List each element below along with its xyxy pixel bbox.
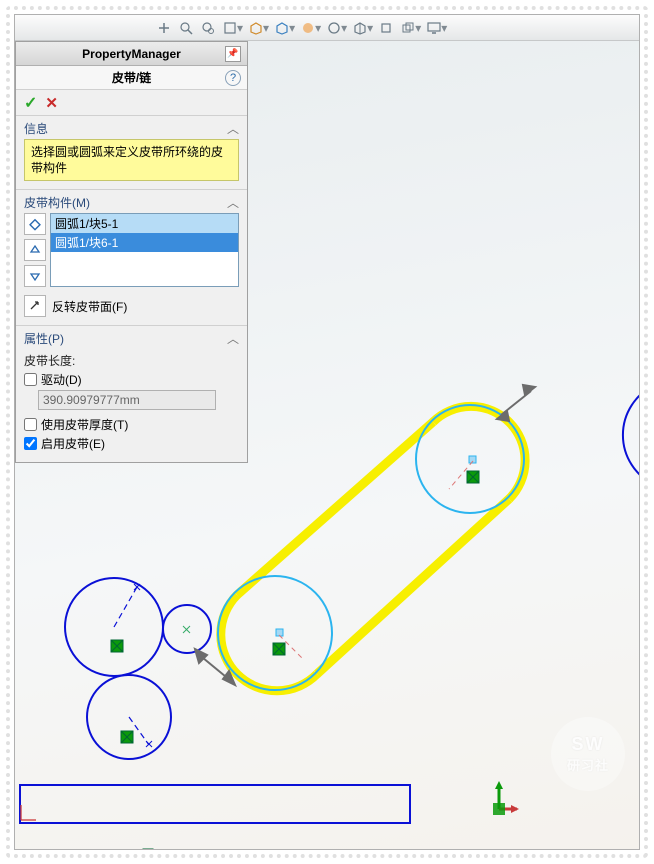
ok-button[interactable]: ✓ — [24, 93, 37, 113]
pin-icon[interactable]: 📌 — [225, 46, 241, 62]
collapse-icon[interactable]: ︿ — [227, 330, 239, 347]
diamond-icon[interactable] — [24, 213, 46, 235]
collapse-icon[interactable]: ︿ — [227, 194, 239, 211]
feature-title: 皮带/链 — [112, 69, 151, 86]
drag-handle[interactable] — [195, 649, 235, 685]
flip-label: 反转皮带面(F) — [52, 298, 127, 315]
chevron-down-icon[interactable]: ▾ — [441, 21, 447, 35]
sketch-rectangle[interactable] — [20, 785, 410, 823]
sketch-circle[interactable] — [163, 605, 211, 653]
info-text: 选择圆或圆弧来定义皮带所环绕的皮带构件 — [24, 139, 239, 181]
view-toolbar: ▾ ▾ ▾ ▾ ▾ ▾ ▾ ▾ — [15, 15, 639, 41]
list-item[interactable]: 圆弧1/块6-1 — [51, 233, 238, 252]
enable-checkbox[interactable]: 启用皮带(E) — [24, 435, 239, 452]
sketch-circle[interactable] — [87, 675, 171, 759]
drag-handle[interactable] — [497, 385, 535, 421]
drive-checkbox[interactable]: 驱动(D) — [24, 371, 239, 388]
info-section-head: 信息 — [24, 120, 48, 137]
center-point-icon — [469, 456, 476, 463]
thickness-checkbox[interactable]: 使用皮带厚度(T) — [24, 416, 239, 433]
props-section-head: 属性(P) — [24, 330, 64, 347]
sketch-origin-icon — [21, 805, 36, 820]
move-down-button[interactable] — [24, 265, 46, 287]
pulley-circle-6[interactable] — [416, 405, 524, 513]
chevron-down-icon[interactable]: ▾ — [237, 21, 243, 35]
flip-face-button[interactable] — [24, 295, 46, 317]
zoom-fit-icon[interactable] — [155, 19, 173, 37]
sketch-circle[interactable] — [65, 578, 163, 676]
belt-path — [221, 406, 525, 690]
view-triad[interactable] — [479, 779, 519, 819]
info-section: 信息 ︿ 选择圆或圆弧来定义皮带所环绕的皮带构件 — [16, 116, 247, 190]
front-view-icon[interactable] — [377, 19, 395, 37]
chevron-down-icon[interactable]: ▾ — [415, 21, 421, 35]
block-origin-icon — [273, 643, 285, 655]
midpoint-icon — [143, 849, 153, 850]
zoom-area-icon[interactable] — [177, 19, 195, 37]
move-up-button[interactable] — [24, 239, 46, 261]
members-section: 皮带构件(M) ︿ 圆弧1/块5-1 圆弧1/块6-1 反转皮带面(F) — [16, 190, 247, 326]
enable-checkbox-input[interactable] — [24, 437, 37, 450]
pulley-circle-5[interactable] — [218, 576, 332, 690]
chevron-down-icon[interactable]: ▾ — [341, 21, 347, 35]
members-section-head: 皮带构件(M) — [24, 194, 90, 211]
chevron-down-icon[interactable]: ▾ — [263, 21, 269, 35]
thickness-checkbox-input[interactable] — [24, 418, 37, 431]
pm-title: PropertyManager — [38, 47, 225, 61]
block-origin-icon — [467, 471, 479, 483]
members-listbox[interactable]: 圆弧1/块5-1 圆弧1/块6-1 — [50, 213, 239, 287]
drive-checkbox-input[interactable] — [24, 373, 37, 386]
sketch-arc[interactable] — [623, 385, 640, 485]
center-point-icon — [276, 629, 283, 636]
list-item[interactable]: 圆弧1/块5-1 — [51, 214, 238, 233]
property-manager-panel: PropertyManager 📌 皮带/链 ? ✓ ✕ 信息 ︿ 选择圆或圆弧… — [15, 41, 248, 463]
props-section: 属性(P) ︿ 皮带长度: 驱动(D) 使用皮带厚度(T) 启用皮带(E) — [16, 326, 247, 462]
block-origin-icon — [111, 640, 123, 652]
chevron-down-icon[interactable]: ▾ — [289, 21, 295, 35]
help-icon[interactable]: ? — [225, 70, 241, 86]
cancel-button[interactable]: ✕ — [45, 94, 58, 112]
block-origin-icon — [121, 731, 133, 743]
collapse-icon[interactable]: ︿ — [227, 120, 239, 137]
chevron-down-icon[interactable]: ▾ — [367, 21, 373, 35]
belt-length-input — [38, 390, 216, 410]
zoom-prev-icon[interactable] — [199, 19, 217, 37]
chevron-down-icon[interactable]: ▾ — [315, 21, 321, 35]
belt-length-label: 皮带长度: — [24, 352, 239, 369]
watermark: SW 研习社 — [551, 717, 625, 791]
